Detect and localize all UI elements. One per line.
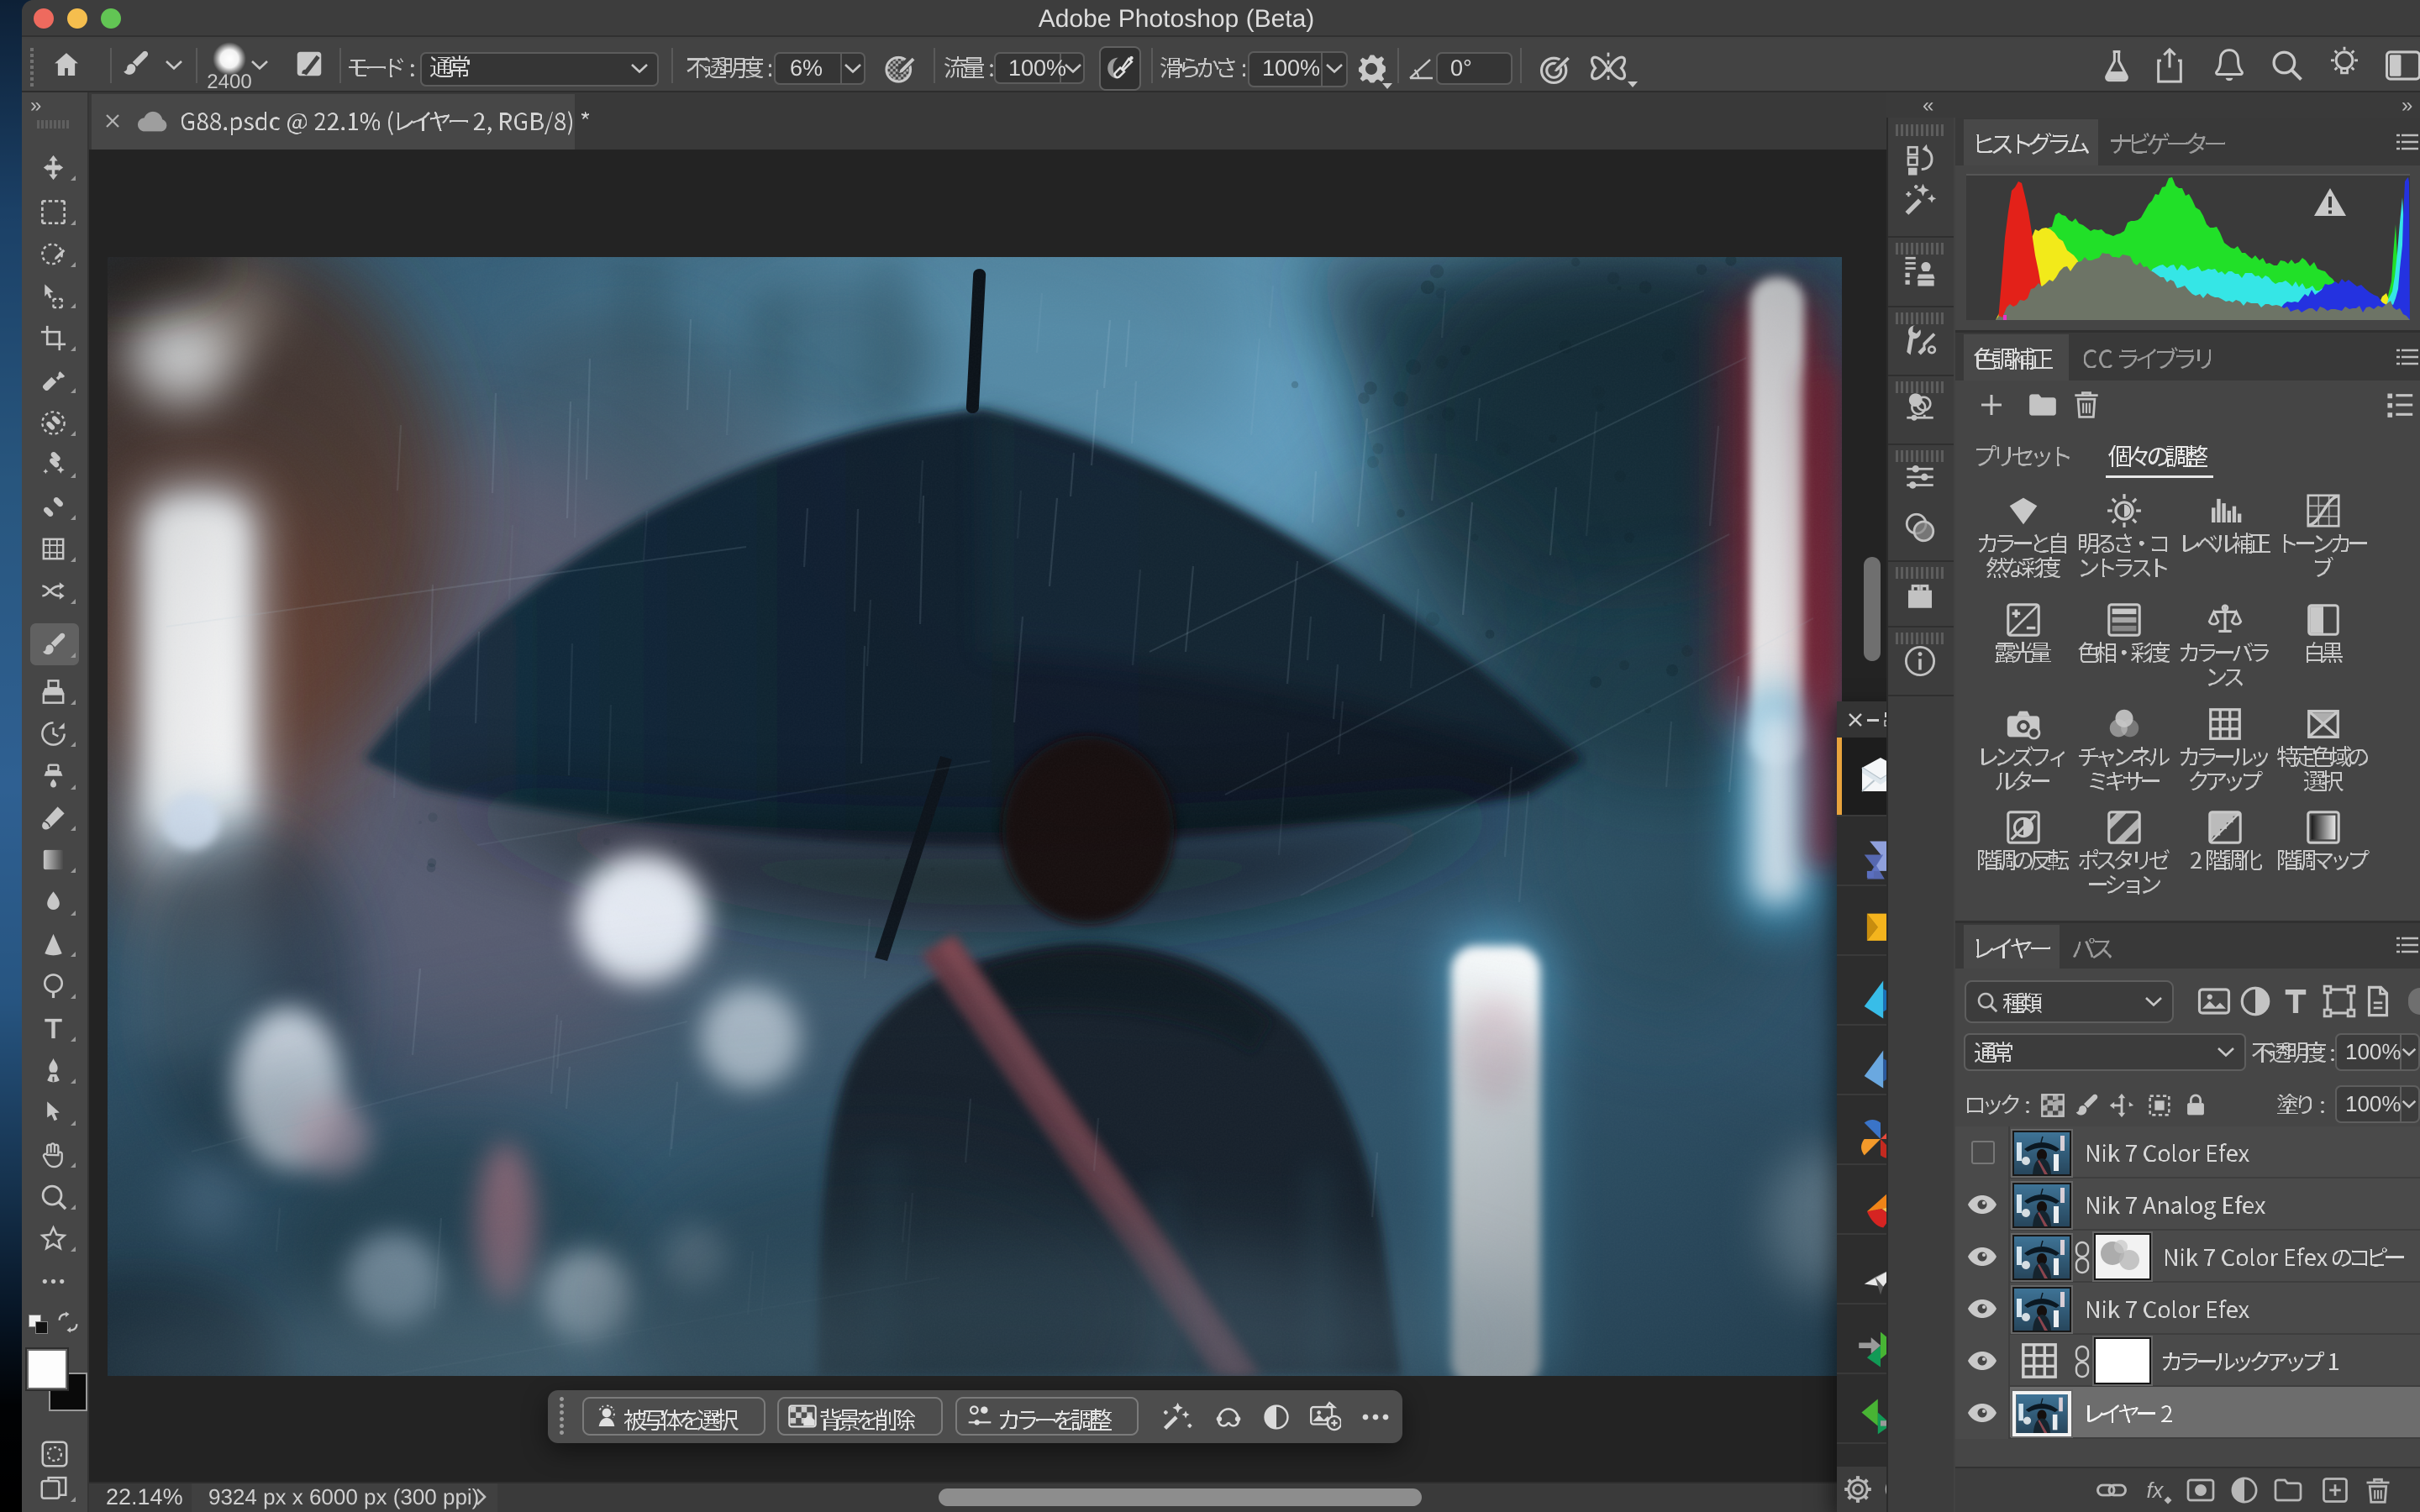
svg-text:fx: fx	[2147, 1479, 2165, 1503]
